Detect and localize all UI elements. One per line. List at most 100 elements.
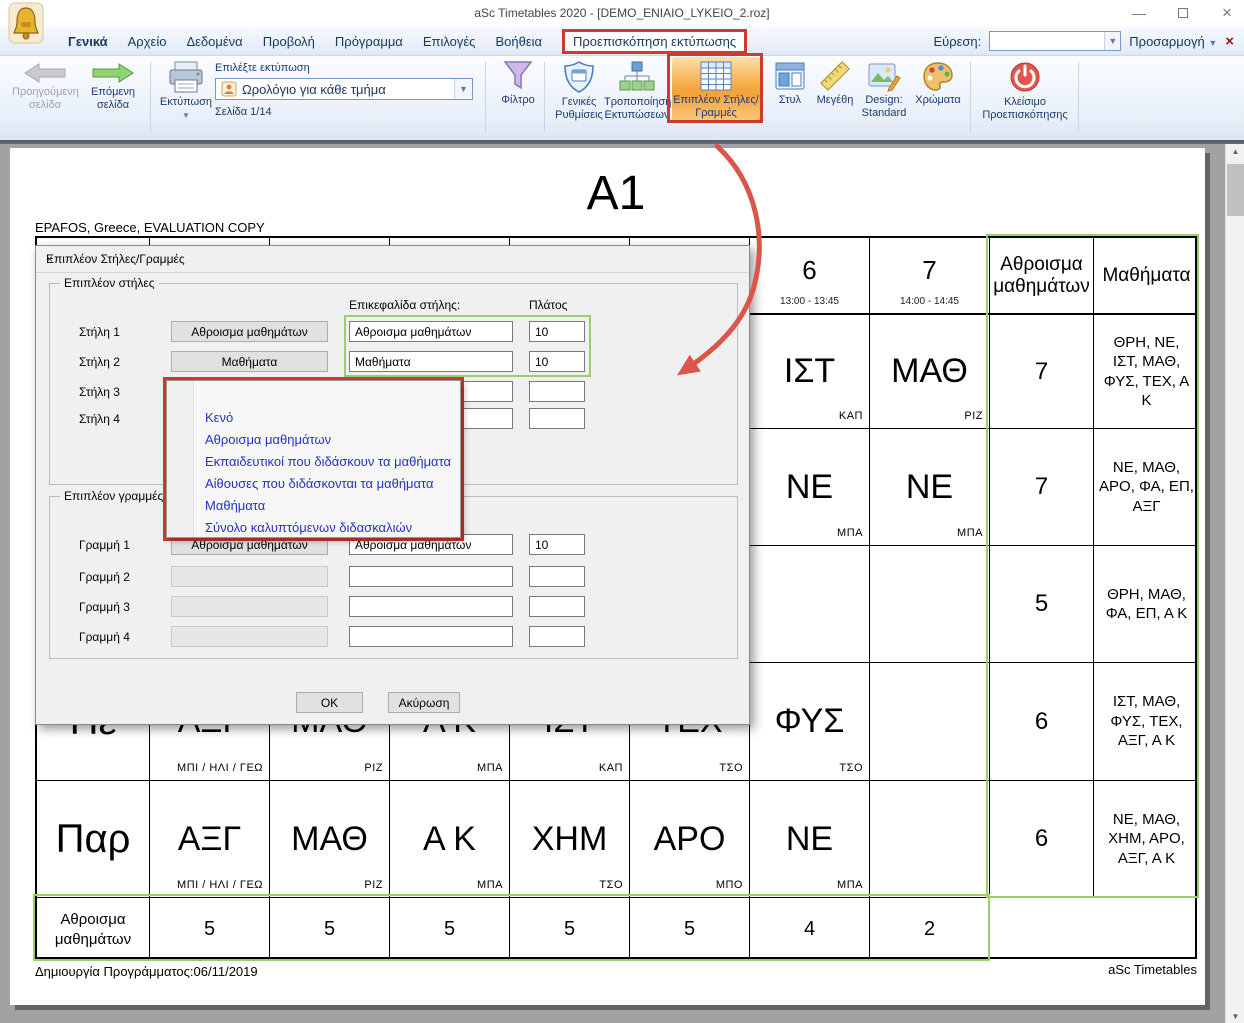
context-menu-item-1[interactable]: Αθροισμα μαθημάτων [167,429,460,451]
search-input[interactable]: ▼ [989,31,1121,51]
menu-item-4[interactable]: Πρόγραμμα [325,30,413,53]
lesson-cell [750,546,870,663]
minimize-button[interactable]: — [1130,5,1148,21]
menu-item-3[interactable]: Προβολή [253,30,325,53]
row-sum-value: 6 [990,663,1093,780]
prev-page-button[interactable]: Προηγούμενη σελίδα [12,62,78,112]
column-row-label-0: Στήλη 1 [79,325,120,339]
vertical-scrollbar[interactable]: ▲ ▼ [1225,144,1244,1023]
close-search-icon[interactable]: × [1225,33,1234,50]
grid-row-width-input-3[interactable] [529,626,585,647]
chevron-down-icon[interactable]: ▼ [454,79,472,99]
row-subjects-list: ΘΡΗ, ΝΕ, ΙΣΤ, ΜΑΘ, ΦΥΣ, ΤΕΧ, Α Κ [1094,315,1199,428]
grid-row-type-button-1 [171,566,328,587]
page-indicator: Σελίδα 1/14 [215,106,272,118]
sum-row-value: 5 [270,898,389,961]
lesson-teacher: ΜΠΑ [957,527,983,539]
sum-row-merged-cell [990,898,1199,961]
colors-label: Χρώματα [915,94,960,106]
grid-row-width-input-0[interactable]: 10 [529,534,585,555]
menu-item-7[interactable]: Προεπισκόπηση εκτύπωσης [562,29,747,54]
search-label: Εύρεση: [933,34,981,49]
select-print-label: Επιλέξτε εκτύπωση [215,62,310,74]
timetable-item-icon [221,81,237,97]
asc-footer: aSc Timetables [35,962,1197,977]
menu-item-6[interactable]: Βοήθεια [485,30,552,53]
colors-button[interactable]: Χρώματα [912,60,964,107]
cancel-button[interactable]: Ακύρωση [388,692,460,713]
ok-button[interactable]: OK [296,692,363,713]
context-menu-item-4[interactable]: Μαθήματα [167,495,460,517]
style-button[interactable]: Στυλ [770,60,810,107]
columns-group-label: Επιπλέον στήλες [60,276,159,290]
maximize-button[interactable] [1174,5,1192,21]
grid-row-width-input-2[interactable] [529,596,585,617]
next-page-button[interactable]: Επόμενη σελίδα [82,62,144,112]
customize-button[interactable]: Προσαρμογή ▼ [1129,34,1217,49]
general-settings-button[interactable]: Γενικές Ρυθμίσεις [550,60,608,122]
menu-item-2[interactable]: Δεδομένα [176,30,252,53]
chevron-down-icon[interactable]: ▼ [1104,32,1120,50]
column-row-type-button-0[interactable]: Αθροισμα μαθημάτων [171,321,328,342]
column-row-header-input-0[interactable]: Αθροισμα μαθημάτων [349,321,513,342]
context-menu-item-3[interactable]: Αίθουσες που διδάσκονται τα μαθήματα [167,473,460,495]
scrollbar-thumb[interactable] [1227,164,1244,216]
filter-button[interactable]: Φίλτρο [492,60,544,107]
modify-printouts-button[interactable]: Τροποποίηση Εκτυπώσεων [604,60,670,122]
lesson-cell: ΙΣΤΚΑΠ [750,315,870,429]
lesson-cell: ΜΑΘΡΙΖ [270,781,390,898]
grid-row-label-3: Γραμμή 4 [79,630,130,644]
grid-row-type-button-3 [171,626,328,647]
lesson-teacher: ΜΠΑ [477,762,503,774]
sum-row-value: 5 [150,898,269,961]
menu-item-1[interactable]: Αρχείο [118,30,177,53]
palette-icon [921,60,955,92]
column-type-menu: ΚενόΑθροισμα μαθημάτωνΕκπαιδευτικοί που … [166,380,461,538]
grid-row-header-input-1[interactable] [349,566,513,587]
column-row-width-input-2[interactable] [529,381,585,402]
design-button[interactable]: Design: Standard [858,60,910,120]
grid-row-type-button-2 [171,596,328,617]
scroll-down-icon[interactable]: ▼ [1226,1009,1244,1023]
ruler-icon [818,60,852,92]
menu-item-5[interactable]: Επιλογές [413,30,486,53]
arrow-left-icon [23,62,67,84]
context-menu-item-5[interactable]: Σύνολο καλυπτόμενων διδασκαλιών [167,517,460,539]
column-row-type-button-1[interactable]: Μαθήματα [171,351,328,372]
sizes-button[interactable]: Μεγέθη [812,60,858,107]
grid-row-header-input-2[interactable] [349,596,513,617]
subjects-column-title: Μαθήματα [1094,238,1199,313]
column-row-header-input-1[interactable]: Μαθήματα [349,351,513,372]
lesson-cell: ΧΗΜΤΣΟ [510,781,630,898]
grid-row-width-input-1[interactable] [529,566,585,587]
lesson-teacher: ΡΙΖ [364,879,383,891]
row-subjects-cell: ΘΡΗ, ΜΑΘ, ΦΑ, ΕΠ, Α Κ [1094,546,1199,663]
scroll-up-icon[interactable]: ▲ [1226,144,1244,160]
shield-icon [562,60,596,94]
grid-row-header-input-3[interactable] [349,626,513,647]
column-row-width-input-0[interactable]: 10 [529,321,585,342]
menu-item-0[interactable]: Γενικά [58,30,118,53]
dialog-title-bar[interactable]: Επιπλέον Στήλες/Γραμμές × [36,246,749,273]
context-menu-item-2[interactable]: Εκπαιδευτικοί που διδάσκουν τα μαθήματα [167,451,460,473]
extra-columns-rows-button[interactable]: Επιπλέον Στήλες/Γραμμές [672,57,760,123]
close-preview-button[interactable]: Κλείσιμο Προεπισκόπησης [978,60,1072,122]
row-sum-cell: 7 [990,429,1094,546]
print-button[interactable]: Εκτύπωση ▼ [158,60,214,122]
row-sum-value: 5 [990,546,1093,662]
column-row-width-input-3[interactable] [529,408,585,429]
print-selection-combo[interactable]: Ωρολόγιο για κάθε τμήμα ▼ [215,78,473,100]
lesson-teacher: ΡΙΖ [364,762,383,774]
close-button[interactable]: × [1218,3,1236,23]
row-sum-value: 6 [990,781,1093,897]
context-menu-item-0[interactable]: Κενό [167,407,460,429]
dialog-close-icon[interactable]: × [46,252,739,266]
period-header-content: 714:00 - 14:45 [870,238,989,313]
sum-row-value-cell: 2 [870,898,990,961]
lesson-teacher: ΚΑΠ [839,410,863,422]
column-row-width-input-1[interactable]: 10 [529,351,585,372]
column-row-label-3: Στήλη 4 [79,412,120,426]
sum-row-value-cell: 5 [390,898,510,961]
evaluation-watermark: EPAFOS, Greece, EVALUATION COPY [35,220,265,235]
title-bar: aSc Timetables 2020 - [DEMO_ENIAIO_LYKEI… [0,0,1244,26]
